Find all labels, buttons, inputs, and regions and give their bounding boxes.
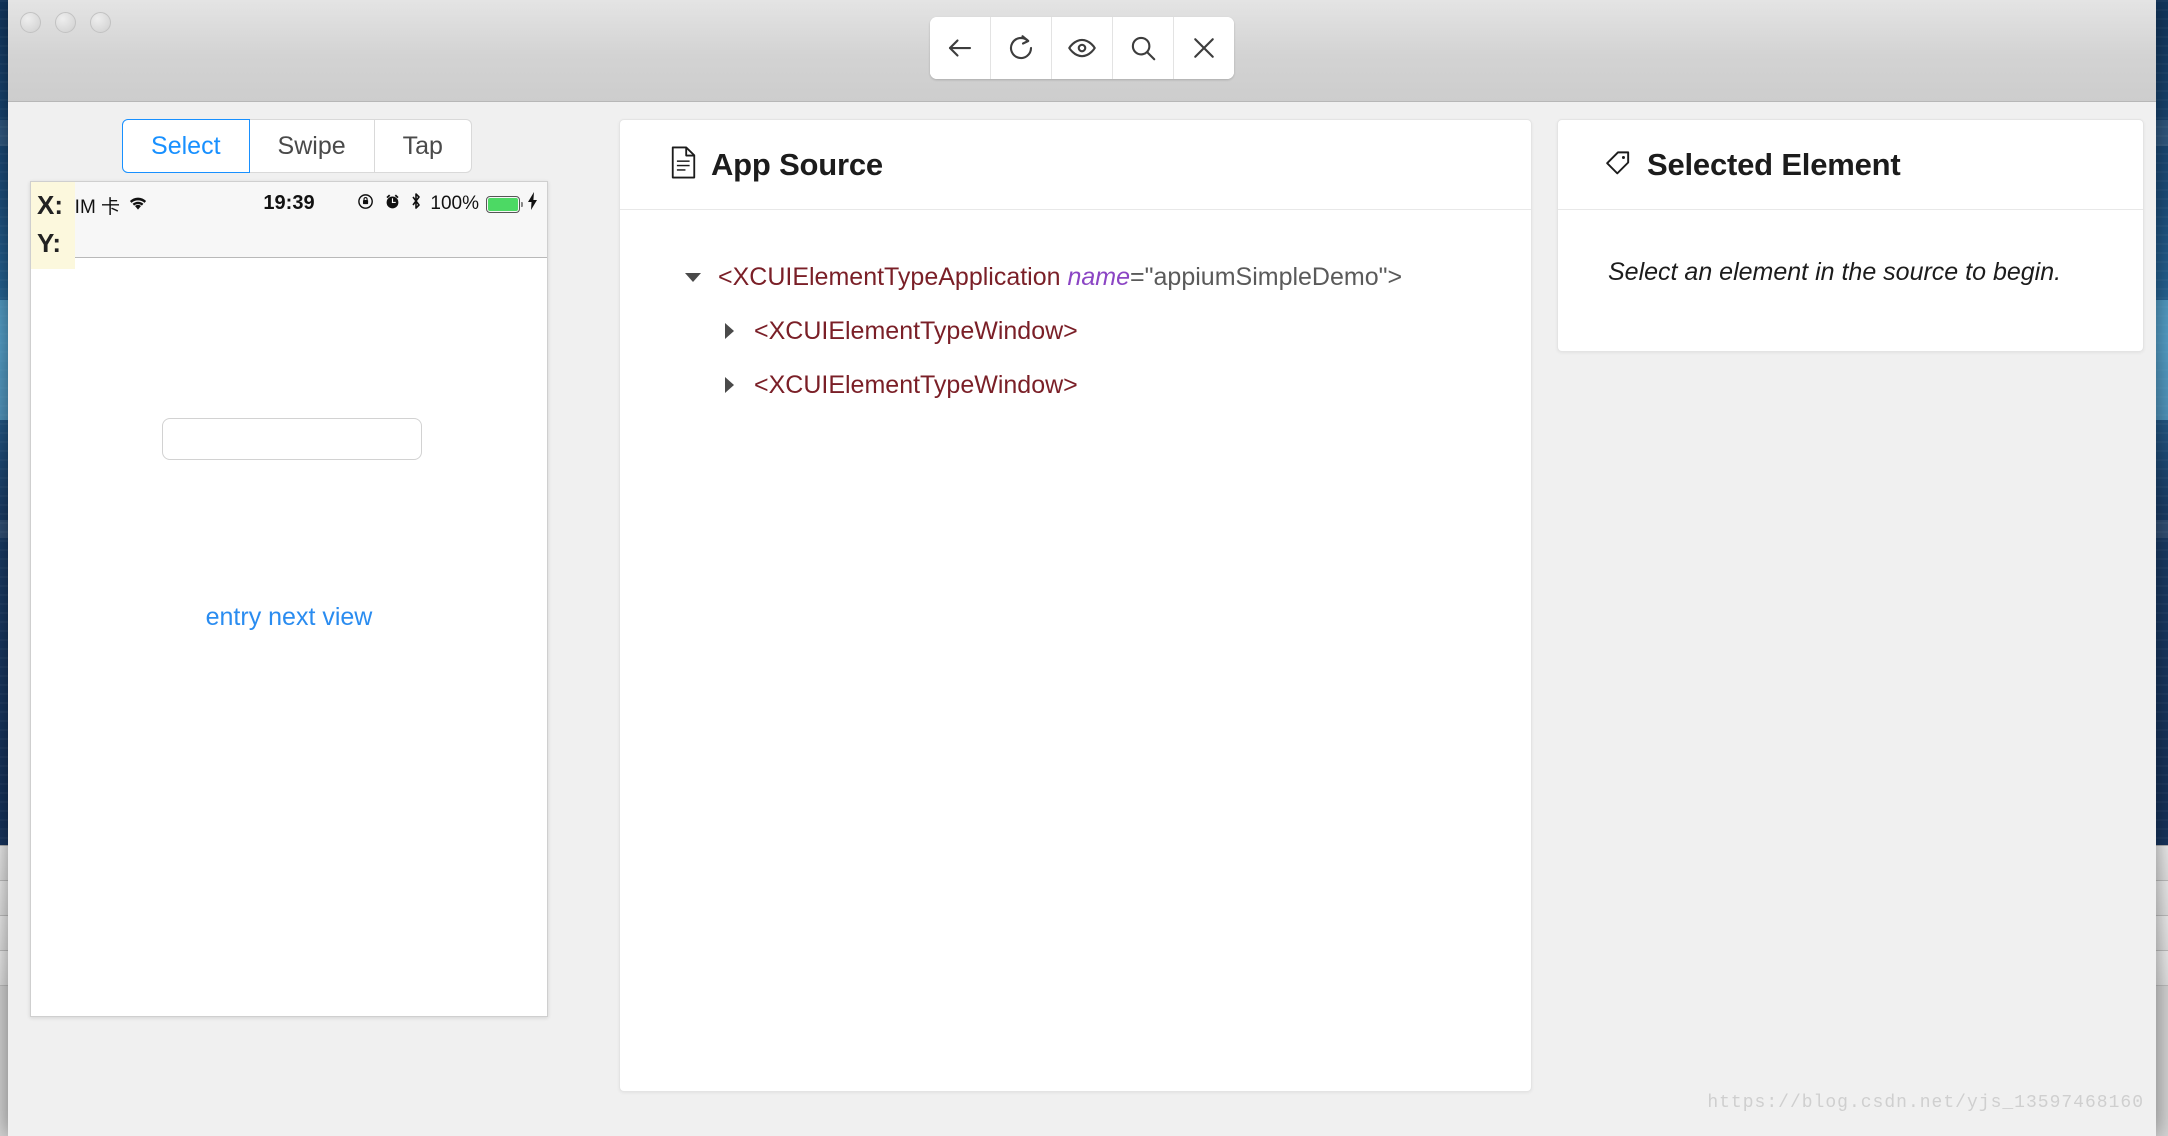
bluetooth-icon xyxy=(409,191,423,217)
document-icon xyxy=(670,146,697,184)
battery-percent-label: 100% xyxy=(430,193,479,214)
lightning-bolt-icon xyxy=(527,192,539,216)
traffic-light-buttons xyxy=(20,12,111,33)
tree-node-window-2[interactable]: <XCUIElementTypeWindow> xyxy=(620,358,1531,412)
tree-node-tag: <XCUIElementTypeApplication xyxy=(718,262,1061,291)
chevron-down-icon[interactable] xyxy=(680,272,706,282)
zoom-window-button[interactable] xyxy=(90,12,111,33)
entry-next-view-link[interactable]: entry next view xyxy=(31,603,547,632)
status-bar-left: SIM 卡 xyxy=(62,192,149,219)
tab-select[interactable]: Select xyxy=(122,119,250,173)
inspector-content: Select Swipe Tap X: Y: SIM 卡 19:39 100% … xyxy=(8,102,2156,1136)
arrow-left-icon xyxy=(945,33,975,63)
search-button[interactable] xyxy=(1113,17,1174,79)
chevron-right-icon[interactable] xyxy=(716,377,742,393)
inspector-toolbar xyxy=(930,17,1234,79)
battery-icon xyxy=(486,195,523,213)
selected-element-panel: Selected Element Select an element in th… xyxy=(1557,119,2144,352)
rotation-lock-icon xyxy=(357,192,376,217)
tree-node-window-1[interactable]: <XCUIElementTypeWindow> xyxy=(620,304,1531,358)
close-window-button[interactable] xyxy=(20,12,41,33)
tree-node-attr-value: ="appiumSimpleDemo"> xyxy=(1130,262,1403,291)
close-icon xyxy=(1189,33,1219,63)
refresh-icon xyxy=(1006,33,1036,63)
selected-element-title: Selected Element xyxy=(1647,146,1901,182)
app-source-header: App Source xyxy=(620,120,1531,210)
back-button[interactable] xyxy=(930,17,991,79)
device-text-field[interactable] xyxy=(162,418,422,460)
close-button[interactable] xyxy=(1174,17,1234,79)
tab-tap-label: Tap xyxy=(402,132,443,160)
window-titlebar xyxy=(8,0,2156,102)
tree-node-application[interactable]: <XCUIElementTypeApplication name="appium… xyxy=(620,250,1531,304)
tree-node-label: <XCUIElementTypeWindow> xyxy=(754,370,1078,399)
tab-tap[interactable]: Tap xyxy=(374,119,472,173)
app-source-panel: App Source <XCUIElementTypeApplication n… xyxy=(619,119,1532,1092)
alarm-clock-icon xyxy=(383,192,402,217)
coordinate-x: X: xyxy=(37,190,63,220)
device-app-screen[interactable]: entry next view xyxy=(31,258,547,1016)
app-source-body: <XCUIElementTypeApplication name="appium… xyxy=(620,210,1531,412)
tab-swipe[interactable]: Swipe xyxy=(249,119,375,173)
coordinate-readout: X: Y: xyxy=(31,182,75,269)
status-bar-time: 19:39 xyxy=(263,192,315,214)
device-panel: Select Swipe Tap X: Y: SIM 卡 19:39 100% … xyxy=(23,102,571,1017)
search-icon xyxy=(1128,33,1158,63)
selected-element-empty-message: Select an element in the source to begin… xyxy=(1608,258,2062,286)
tree-node-label: <XCUIElementTypeApplication name="appium… xyxy=(718,263,1402,292)
tag-icon xyxy=(1604,148,1633,182)
tree-node-attr-name: name xyxy=(1067,262,1131,291)
eye-icon xyxy=(1067,33,1097,63)
tree-node-label: <XCUIElementTypeWindow> xyxy=(754,316,1078,345)
chevron-right-icon[interactable] xyxy=(716,323,742,339)
device-screen-mirror[interactable]: X: Y: SIM 卡 19:39 100% entry next view xyxy=(30,181,548,1017)
app-source-title: App Source xyxy=(711,146,883,182)
status-bar-right: 100% xyxy=(357,191,539,217)
coordinate-y: Y: xyxy=(37,228,62,259)
interaction-mode-tabs: Select Swipe Tap xyxy=(23,102,571,173)
refresh-button[interactable] xyxy=(991,17,1052,79)
device-status-bar: SIM 卡 19:39 100% xyxy=(31,182,547,258)
wifi-icon xyxy=(127,194,149,217)
tab-select-label: Select xyxy=(151,132,221,160)
watermark-text: https://blog.csdn.net/yjs_13597468160 xyxy=(1707,1093,2144,1113)
selected-element-header: Selected Element xyxy=(1558,120,2143,210)
source-tree: <XCUIElementTypeApplication name="appium… xyxy=(620,250,1531,412)
tab-swipe-label: Swipe xyxy=(277,132,346,160)
minimize-window-button[interactable] xyxy=(55,12,76,33)
appium-inspector-window: Select Swipe Tap X: Y: SIM 卡 19:39 100% … xyxy=(8,0,2156,1136)
eye-button[interactable] xyxy=(1052,17,1113,79)
